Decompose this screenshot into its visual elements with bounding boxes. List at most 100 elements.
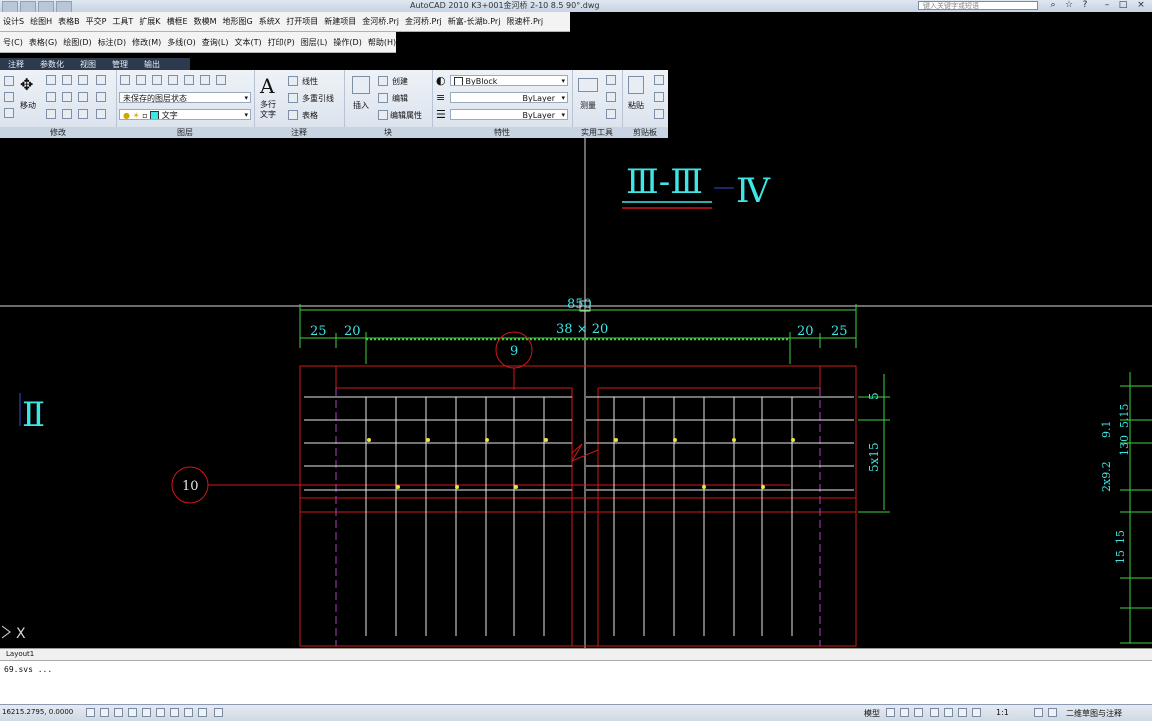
menu-item[interactable]: 设计S xyxy=(0,16,27,27)
create-block-icon[interactable] xyxy=(378,76,388,86)
menu-item[interactable]: 工具T xyxy=(109,16,136,27)
layer-icon[interactable] xyxy=(216,75,226,85)
menu-item[interactable]: 表格B xyxy=(55,16,83,27)
layer-icon[interactable] xyxy=(136,75,146,85)
ducs-toggle[interactable] xyxy=(170,708,179,717)
mtext-icon[interactable]: A xyxy=(260,74,274,98)
clipboard-panel-title[interactable]: 剪贴板 xyxy=(622,127,668,138)
menu-item[interactable]: 查询(L) xyxy=(199,37,232,48)
linear-dim-icon[interactable] xyxy=(288,76,298,86)
steering-wheel-icon[interactable] xyxy=(958,708,967,717)
dyn-toggle[interactable] xyxy=(184,708,193,717)
mleader-label[interactable]: 多重引线 xyxy=(302,93,334,104)
linetype-icon[interactable]: ≡ xyxy=(436,91,445,104)
util-icon[interactable] xyxy=(606,75,616,85)
tab-parametric[interactable]: 参数化 xyxy=(32,59,72,70)
tab-annotate[interactable]: 注释 xyxy=(0,59,32,70)
create-label[interactable]: 创建 xyxy=(392,76,408,87)
layer-icon[interactable] xyxy=(200,75,210,85)
edit-attr-icon[interactable] xyxy=(378,110,388,120)
menu-item[interactable]: 横框E xyxy=(164,16,191,27)
properties-panel-title[interactable]: 特性 xyxy=(432,127,572,138)
layers-panel-title[interactable]: 图层 xyxy=(116,127,254,138)
fillet-icon[interactable] xyxy=(62,92,72,102)
block-panel-title[interactable]: 块 xyxy=(344,127,432,138)
layout-icon[interactable] xyxy=(900,708,909,717)
array-icon[interactable] xyxy=(78,109,88,119)
menu-item[interactable]: 平交P xyxy=(83,16,110,27)
matchprop-icon[interactable] xyxy=(654,109,664,119)
layer-icon[interactable] xyxy=(184,75,194,85)
mleader-icon[interactable] xyxy=(288,93,298,103)
annotation-panel-title[interactable]: 注释 xyxy=(254,127,344,138)
menu-item[interactable]: 打印(P) xyxy=(265,37,298,48)
tab-manage[interactable]: 管理 xyxy=(104,59,136,70)
layout-icon[interactable] xyxy=(886,708,895,717)
layer-icon[interactable] xyxy=(152,75,162,85)
menu-item[interactable]: 操作(D) xyxy=(330,37,364,48)
tool-icon[interactable] xyxy=(4,76,14,86)
layer-props-icon[interactable] xyxy=(120,75,130,85)
color-select[interactable]: ByBlock ▾ xyxy=(450,75,568,86)
copy-clip-icon[interactable] xyxy=(654,92,664,102)
layer-select[interactable]: ● ☀ ▫ 文字 ▾ xyxy=(119,109,251,120)
grid-toggle[interactable] xyxy=(100,708,109,717)
annotation-scale[interactable]: 1:1 xyxy=(996,708,1009,717)
menu-item[interactable]: 限速杆.Prj xyxy=(503,16,546,27)
edit-block-icon[interactable] xyxy=(378,93,388,103)
measure-icon[interactable] xyxy=(578,78,598,92)
search-icon[interactable]: ⌕ xyxy=(1046,0,1060,11)
move-label[interactable]: 移动 xyxy=(20,100,36,111)
move-icon[interactable]: ✥ xyxy=(20,77,33,93)
qp-toggle[interactable] xyxy=(214,708,223,717)
zoom-icon[interactable] xyxy=(944,708,953,717)
linetype-select[interactable]: ByLayer ▾ xyxy=(450,92,568,103)
menu-item[interactable]: 地形图G xyxy=(220,16,256,27)
ortho-toggle[interactable] xyxy=(114,708,123,717)
menu-item[interactable]: 数模M xyxy=(191,16,220,27)
insert-icon[interactable] xyxy=(352,76,370,94)
linear-label[interactable]: 线性 xyxy=(302,76,318,87)
annotation-visibility-icon[interactable] xyxy=(1034,708,1043,717)
otrack-toggle[interactable] xyxy=(156,708,165,717)
table-label[interactable]: 表格 xyxy=(302,110,318,121)
close-button[interactable]: × xyxy=(1134,0,1148,11)
tool-icon[interactable] xyxy=(4,108,14,118)
pan-icon[interactable] xyxy=(930,708,939,717)
lwt-toggle[interactable] xyxy=(198,708,207,717)
tool-icon[interactable] xyxy=(4,92,14,102)
measure-label[interactable]: 测量 xyxy=(580,100,596,111)
explode-icon[interactable] xyxy=(78,92,88,102)
menu-item[interactable]: 多线(O) xyxy=(164,37,199,48)
drawing-canvas[interactable]: Ⅲ-Ⅲ Ⅳ Ⅱ 850 25 20 38 × 20 20 25 9 10 5 5… xyxy=(0,138,1152,648)
lineweight-icon[interactable]: ☰ xyxy=(436,108,446,121)
menu-item[interactable]: 绘图H xyxy=(27,16,55,27)
star-icon[interactable]: ☆ xyxy=(1062,0,1076,11)
paste-label[interactable]: 粘贴 xyxy=(628,100,644,111)
edit-label[interactable]: 编辑 xyxy=(392,93,408,104)
menu-item[interactable]: 图层(L) xyxy=(298,37,331,48)
menu-item[interactable]: 系统X xyxy=(256,16,283,27)
menu-item[interactable]: 金河桥.Prj xyxy=(402,16,445,27)
edit-attr-label[interactable]: 编辑属性 xyxy=(390,110,422,121)
menu-item[interactable]: 修改(M) xyxy=(129,37,164,48)
minimize-button[interactable]: – xyxy=(1100,0,1114,11)
menu-item[interactable]: 新建项目 xyxy=(321,16,359,27)
help-search-input[interactable]: 键入关键字或短语 xyxy=(918,1,1038,10)
stretch-icon[interactable] xyxy=(46,109,56,119)
menu-item[interactable]: 表格(G) xyxy=(26,37,60,48)
help-icon[interactable]: ? xyxy=(1078,0,1092,11)
tab-view[interactable]: 视图 xyxy=(72,59,104,70)
osnap-toggle[interactable] xyxy=(142,708,151,717)
paste-icon[interactable] xyxy=(628,76,644,94)
table-icon[interactable] xyxy=(288,110,298,120)
lineweight-select[interactable]: ByLayer ▾ xyxy=(450,109,568,120)
workspace-switch[interactable]: 二维草图与注释 xyxy=(1066,708,1122,719)
polar-toggle[interactable] xyxy=(128,708,137,717)
layout-icon[interactable] xyxy=(914,708,923,717)
snap-toggle[interactable] xyxy=(86,708,95,717)
copy-icon[interactable] xyxy=(46,75,56,85)
offset-icon[interactable] xyxy=(96,109,106,119)
rotate-icon[interactable] xyxy=(62,75,72,85)
erase-icon[interactable] xyxy=(96,75,106,85)
